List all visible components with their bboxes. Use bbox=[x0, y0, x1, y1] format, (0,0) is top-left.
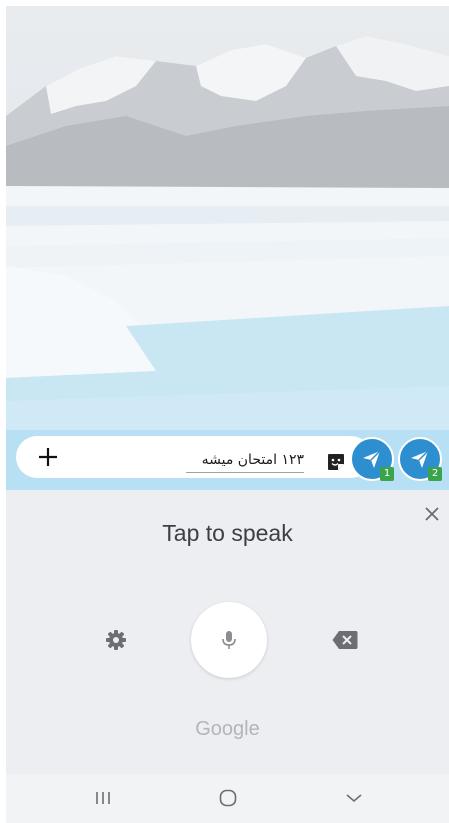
recents-icon[interactable] bbox=[88, 786, 118, 810]
google-brand: Google bbox=[195, 718, 260, 740]
sticker-icon[interactable] bbox=[326, 452, 346, 472]
microphone-icon bbox=[222, 631, 236, 649]
message-composer: ۱۲۳ امتحان میشه 1 2 bbox=[6, 430, 449, 490]
gear-icon[interactable] bbox=[104, 628, 128, 652]
send-button-1[interactable]: 1 bbox=[350, 437, 394, 481]
message-input[interactable]: ۱۲۳ امتحان میشه bbox=[16, 436, 372, 478]
chat-wallpaper bbox=[6, 6, 449, 430]
send-button-2[interactable]: 2 bbox=[398, 437, 442, 481]
send-badge-2: 2 bbox=[428, 467, 442, 481]
back-icon[interactable] bbox=[339, 786, 369, 810]
home-icon[interactable] bbox=[213, 786, 243, 810]
microphone-button[interactable] bbox=[191, 602, 267, 678]
plus-icon[interactable] bbox=[32, 439, 64, 475]
navigation-bar bbox=[6, 774, 449, 823]
send-badge-1: 1 bbox=[380, 467, 394, 481]
message-text[interactable]: ۱۲۳ امتحان میشه bbox=[186, 448, 304, 473]
voice-input-panel: Tap to speak Google bbox=[6, 490, 449, 774]
screen: ۱۲۳ امتحان میشه 1 2 Tap to speak Google bbox=[6, 6, 449, 823]
tap-to-speak-title: Tap to speak bbox=[162, 520, 293, 546]
backspace-icon[interactable] bbox=[332, 630, 358, 650]
